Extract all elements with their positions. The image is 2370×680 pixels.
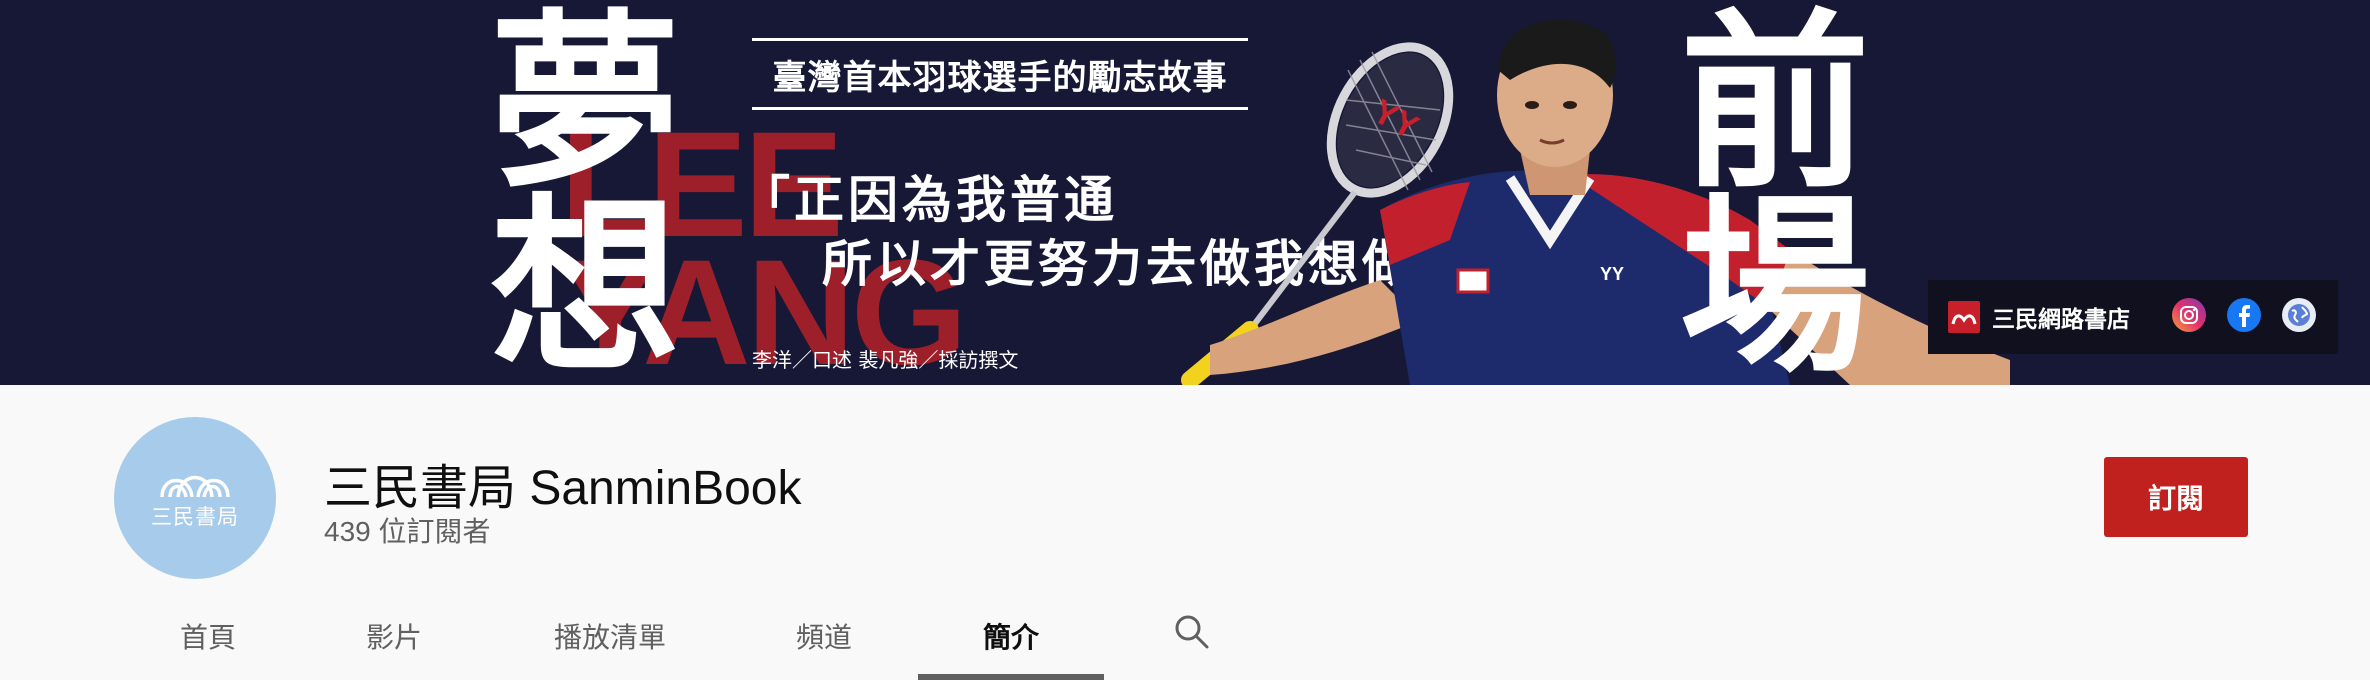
tab-label: 影片 <box>365 621 422 654</box>
tab-home[interactable]: 首頁 <box>160 600 256 680</box>
banner-char-front-1: 前 <box>1680 0 1871 214</box>
svg-text:YY: YY <box>1600 264 1624 284</box>
tab-label: 首頁 <box>179 621 236 654</box>
channel-avatar[interactable]: 三民書局 <box>114 417 276 579</box>
banner-quote-line1: 「正因為我普通 <box>740 170 1118 229</box>
badminton-player-image: YY YY <box>1181 19 2010 385</box>
tab-about[interactable]: 簡介 <box>918 600 1104 680</box>
globe-icon[interactable] <box>2282 298 2316 332</box>
search-icon <box>1175 615 1209 649</box>
subscribe-button[interactable]: 訂閱 <box>2104 457 2248 537</box>
banner-char-dream-2: 想 <box>490 175 681 385</box>
sanmin-arch-logo-icon <box>160 475 230 498</box>
banner-char-dream-1: 夢 <box>490 0 681 214</box>
avatar-text: 三民書局 <box>151 505 239 529</box>
tab-playlists[interactable]: 播放清單 <box>540 600 680 680</box>
banner-char-front-2: 場 <box>1680 175 1871 385</box>
banner-credits: 李洋／口述 裴凡強／採訪撰文 <box>752 348 1019 372</box>
store-link-badge[interactable]: 三民網路書店 <box>1928 280 2338 354</box>
channel-banner: LEE YANG 夢 想 臺灣首本羽球選手的勵志故事 「正因為我普通 所以才更努… <box>0 0 2370 385</box>
facebook-icon[interactable] <box>2227 298 2261 332</box>
tab-label: 頻道 <box>795 621 852 654</box>
subscriber-count: 439 位訂閱者 <box>324 516 491 547</box>
tab-videos[interactable]: 影片 <box>344 600 444 680</box>
store-name-label: 三民網路書店 <box>1992 307 2130 333</box>
instagram-icon[interactable] <box>2172 298 2206 332</box>
channel-search-button[interactable] <box>1172 612 1212 652</box>
tab-label: 播放清單 <box>553 621 666 654</box>
tab-label: 簡介 <box>982 621 1039 654</box>
sanmin-logo-icon <box>1948 301 1980 333</box>
channel-name: 三民書局 SanminBook <box>324 462 802 515</box>
tab-channels[interactable]: 頻道 <box>774 600 874 680</box>
